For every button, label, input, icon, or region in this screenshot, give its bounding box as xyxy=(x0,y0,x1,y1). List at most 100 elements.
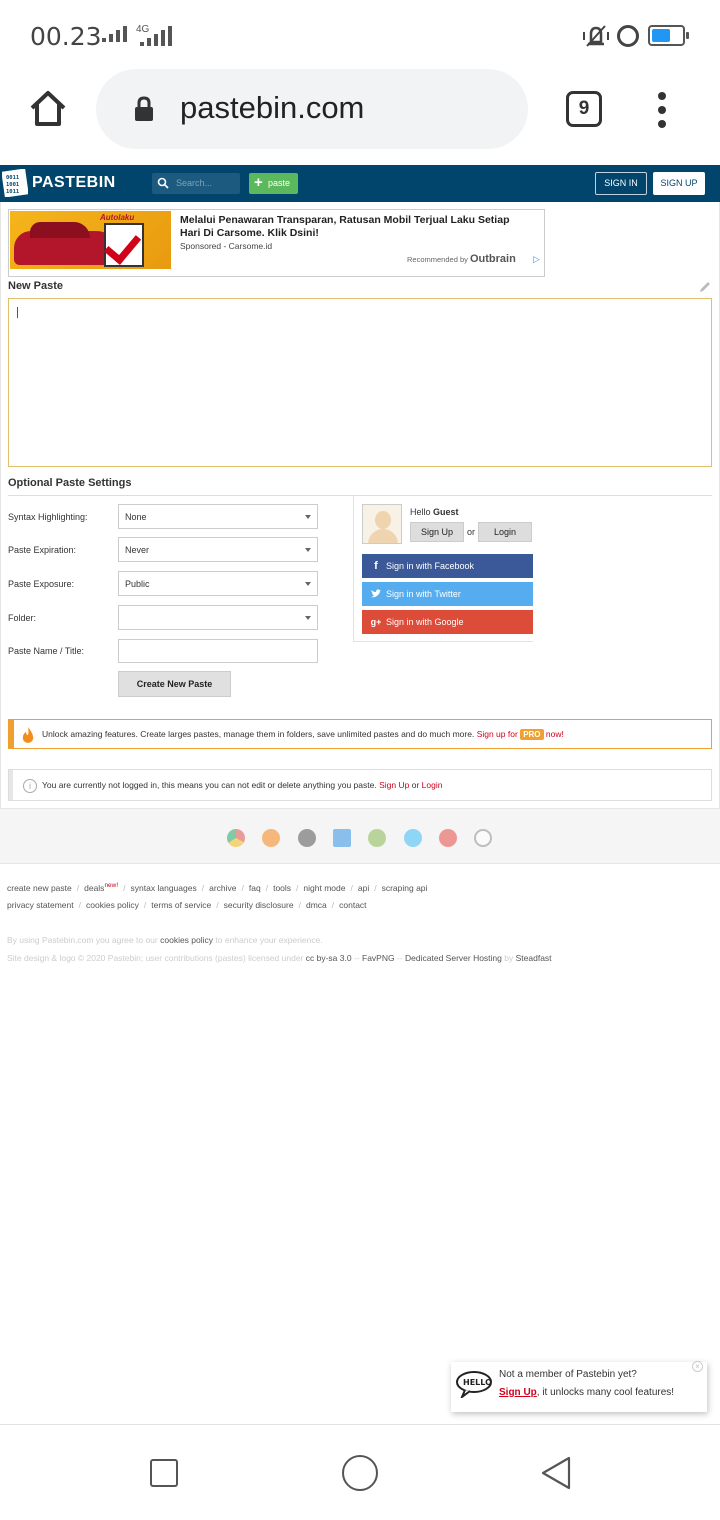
search-icon xyxy=(157,177,169,189)
favpng-link[interactable]: FavPNG xyxy=(362,953,395,963)
footer-link-deals-label: deals xyxy=(84,882,105,893)
brand-name[interactable]: PASTEBIN xyxy=(32,174,116,192)
footer-link-syntax-languages[interactable]: syntax languages xyxy=(131,883,197,893)
home-nav-icon[interactable] xyxy=(342,1455,378,1491)
sign-up-button[interactable]: SIGN UP xyxy=(653,172,705,195)
footer-link-contact[interactable]: contact xyxy=(339,900,366,910)
facebook-label: Sign in with Facebook xyxy=(386,561,475,571)
license-link[interactable]: cc by-sa 3.0 xyxy=(306,953,352,963)
exposure-select[interactable]: Public xyxy=(118,571,318,596)
pro-badge[interactable]: PRO xyxy=(520,729,544,740)
svg-text:HELLO: HELLO xyxy=(463,1378,492,1387)
footer-link-cookies[interactable]: cookies policy xyxy=(86,900,139,910)
chevron-down-icon xyxy=(305,515,311,519)
twitter-sign-in-button[interactable]: Sign in with Twitter xyxy=(362,582,533,606)
screen: { "status_bar": {"time": "00.23", "netwo… xyxy=(0,0,720,1520)
exposure-value: Public xyxy=(125,579,150,589)
footer-link-dmca[interactable]: dmca xyxy=(306,900,327,910)
google-label: Sign in with Google xyxy=(386,617,464,627)
syntax-select[interactable]: None xyxy=(118,504,318,529)
ad-title[interactable]: Melalui Penawaran Transparan, Ratusan Mo… xyxy=(180,214,530,240)
facebook-sign-in-button[interactable]: f Sign in with Facebook xyxy=(362,554,533,578)
info-icon: i xyxy=(23,779,37,793)
ad-sponsor: Sponsored - Carsome.id xyxy=(180,241,273,251)
footer-link-night-mode[interactable]: night mode xyxy=(303,883,345,893)
hello-bubble-icon: HELLO xyxy=(456,1371,492,1398)
deals-new-badge: new! xyxy=(104,882,119,889)
footer-link-security[interactable]: security disclosure xyxy=(224,900,294,910)
footer-by: by xyxy=(504,953,514,963)
exposure-label: Paste Exposure: xyxy=(8,579,75,589)
login-notice-message: You are currently not logged in, this me… xyxy=(42,780,377,790)
windows-icon[interactable] xyxy=(333,829,351,847)
facebook-icon: f xyxy=(374,560,378,572)
ad-choices-icon[interactable]: ▷ xyxy=(533,254,540,265)
notice-login-link[interactable]: Login xyxy=(422,780,443,790)
footer-link-create-paste[interactable]: create new paste xyxy=(7,883,72,893)
footer-dash-2: -- xyxy=(396,953,403,963)
guest-login-button[interactable]: Login xyxy=(478,522,532,542)
url-text[interactable]: pastebin.com xyxy=(180,90,364,126)
linux-icon[interactable] xyxy=(474,829,492,847)
close-icon[interactable]: × xyxy=(692,1361,703,1372)
back-icon[interactable] xyxy=(540,1455,572,1491)
sign-in-button[interactable]: SIGN IN xyxy=(595,172,647,195)
android-icon[interactable] xyxy=(368,829,386,847)
footer-link-privacy[interactable]: privacy statement xyxy=(7,900,74,910)
sponsored-ad[interactable]: Autolaku Melalui Penawaran Transparan, R… xyxy=(8,209,545,277)
create-new-paste-button[interactable]: Create New Paste xyxy=(118,671,231,697)
tabs-icon[interactable]: 9 xyxy=(566,91,602,127)
google-sign-in-button[interactable]: g+ Sign in with Google xyxy=(362,610,533,634)
footer-link-tools[interactable]: tools xyxy=(273,883,291,893)
recents-icon[interactable] xyxy=(150,1459,178,1487)
hosting-link[interactable]: Dedicated Server Hosting xyxy=(405,953,502,963)
pencil-icon[interactable] xyxy=(698,280,712,294)
copyright-text: Site design & logo © 2020 Pastebin; user… xyxy=(7,953,304,963)
popup-line-2-rest: , it unlocks many cool features! xyxy=(536,1387,675,1398)
popup-line-2: Sign Up, it unlocks many cool features! xyxy=(499,1387,674,1398)
opera-icon[interactable] xyxy=(439,829,457,847)
chrome-icon[interactable] xyxy=(227,829,245,847)
chevron-down-icon xyxy=(305,548,311,552)
mac-icon[interactable] xyxy=(404,829,422,847)
kebab-menu-icon[interactable] xyxy=(658,92,668,128)
notice-sign-up-link[interactable]: Sign Up xyxy=(379,780,409,790)
chevron-down-icon xyxy=(305,616,311,620)
footer-link-api[interactable]: api xyxy=(358,883,369,893)
home-icon[interactable] xyxy=(28,88,68,128)
system-nav-bar xyxy=(0,1424,720,1520)
syntax-label: Syntax Highlighting: xyxy=(8,512,88,522)
footer-link-deals[interactable]: dealsnew! xyxy=(84,882,119,893)
cookies-policy-link[interactable]: cookies policy xyxy=(160,935,213,945)
guest-name: Guest xyxy=(433,507,459,517)
footer-link-terms[interactable]: terms of service xyxy=(151,900,211,910)
vibrate-icon xyxy=(583,25,609,47)
pro-banner: Unlock amazing features. Create larges p… xyxy=(8,719,712,749)
signal-icon xyxy=(102,26,127,42)
ad-image: Autolaku xyxy=(10,211,171,269)
guest-sign-up-button[interactable]: Sign Up xyxy=(410,522,464,542)
or-label: or xyxy=(467,527,476,537)
footer-link-scraping-api[interactable]: scraping api xyxy=(382,883,428,893)
pro-now-link[interactable]: now! xyxy=(546,729,564,739)
ad-recommended: Recommended by Outbrain xyxy=(407,253,516,265)
folder-select[interactable] xyxy=(118,605,318,630)
footer-link-archive[interactable]: archive xyxy=(209,883,236,893)
pro-signup-link[interactable]: Sign up for xyxy=(477,729,518,739)
footer-links-row-1: create new paste / dealsnew! / syntax langua… xyxy=(7,882,428,893)
popup-sign-up-link[interactable]: Sign Up xyxy=(499,1387,537,1398)
pastebin-logo-icon[interactable]: 0011 1001 1011 xyxy=(2,169,28,197)
paste-textarea[interactable] xyxy=(8,298,712,467)
firefox-icon[interactable] xyxy=(262,829,280,847)
expiration-select[interactable]: Never xyxy=(118,537,318,562)
ios-icon[interactable] xyxy=(298,829,316,847)
footer-link-faq[interactable]: faq xyxy=(249,883,261,893)
search-input[interactable]: Search... xyxy=(152,173,240,194)
new-paste-button[interactable]: + paste xyxy=(249,173,298,194)
steadfast-link[interactable]: Steadfast xyxy=(516,953,552,963)
agree-post: to enhance your experience. xyxy=(215,935,323,945)
twitter-icon xyxy=(371,589,382,598)
paste-name-input[interactable] xyxy=(118,639,318,663)
expiration-value: Never xyxy=(125,545,150,555)
pro-banner-message: Unlock amazing features. Create larges p… xyxy=(42,729,475,739)
